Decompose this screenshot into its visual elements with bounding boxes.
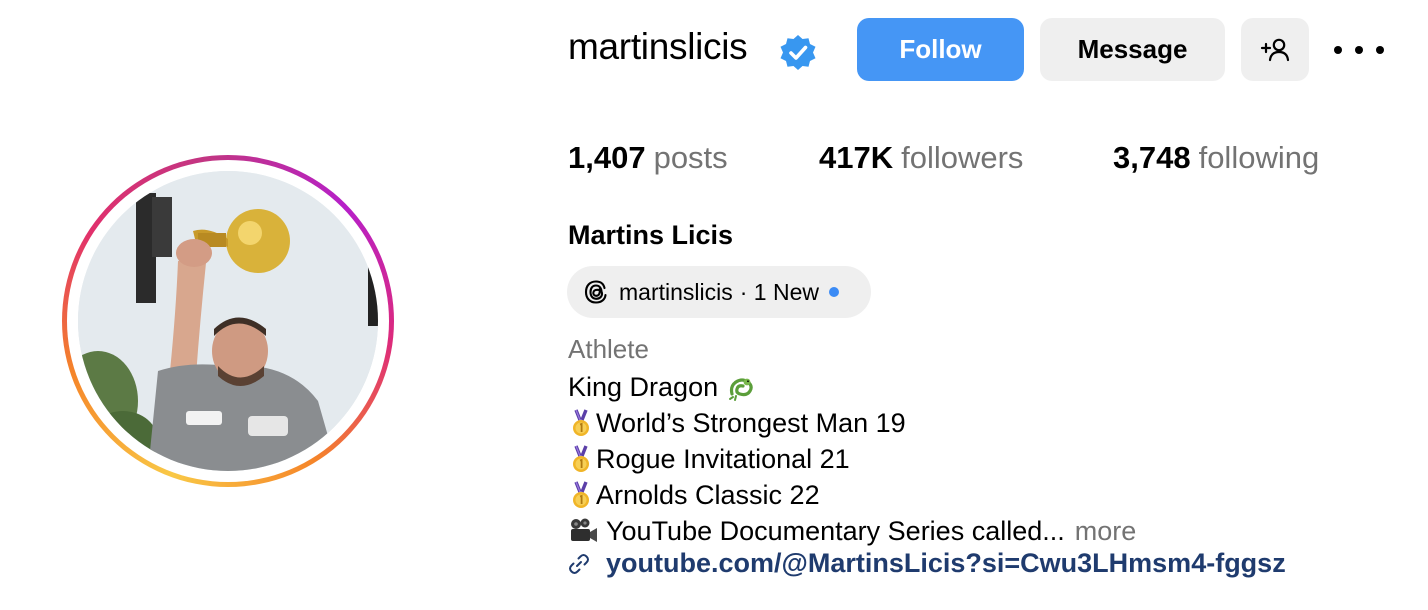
posts-count: 1,407 posts [568, 140, 728, 176]
avatar-story-ring[interactable] [62, 155, 394, 487]
followers-link[interactable]: 417K followers [819, 140, 1023, 176]
gold-medal-emoji-icon [568, 480, 594, 510]
following-number: 3,748 [1113, 140, 1191, 175]
bio-line: King Dragon [568, 369, 1136, 405]
bio-line-text: World’s Strongest Man 19 [596, 408, 906, 438]
verified-badge-icon [780, 35, 816, 70]
dot [1355, 46, 1363, 54]
posts-number: 1,407 [568, 140, 646, 175]
profile-full-name: Martins Licis [568, 220, 734, 250]
threads-new-badge: · 1 New [739, 278, 819, 305]
following-link[interactable]: 3,748 following [1113, 140, 1319, 176]
movie-camera-emoji-icon [568, 517, 598, 545]
dot [1376, 46, 1384, 54]
profile-bio: King Dragon World’s Strongest Man 19 Rog… [568, 369, 1136, 549]
gold-medal-emoji-icon [568, 408, 594, 438]
avatar-photo-image [78, 171, 378, 471]
bio-more-link[interactable]: more [1075, 513, 1137, 549]
bio-line-text: YouTube Documentary Series called... [606, 516, 1065, 546]
bio-line-text: Rogue Invitational 21 [596, 444, 850, 474]
followers-label: followers [901, 140, 1024, 175]
bio-line-text: Arnolds Classic 22 [596, 480, 820, 510]
more-options-icon[interactable] [1334, 34, 1384, 66]
following-label: following [1198, 140, 1320, 175]
avatar-gap [67, 160, 389, 482]
profile-username: martinslicis [568, 26, 748, 67]
new-indicator-dot [828, 287, 839, 297]
bio-line: YouTube Documentary Series called... mor… [568, 513, 1136, 549]
threads-badge-link[interactable]: martinslicis · 1 New [567, 266, 871, 318]
threads-handle: martinslicis [619, 278, 733, 305]
suggested-users-button[interactable] [1241, 18, 1309, 81]
gold-medal-emoji-icon [568, 444, 594, 474]
add-person-icon [1260, 38, 1290, 61]
external-link-text[interactable]: youtube.com/@MartinsLicis?si=Cwu3LHmsm4-… [606, 548, 1286, 579]
bio-line-text: King Dragon [568, 372, 719, 402]
dragon-emoji-icon [726, 372, 756, 402]
threads-icon [584, 280, 607, 304]
avatar[interactable] [78, 171, 378, 471]
bio-line: Arnolds Classic 22 [568, 477, 1136, 513]
external-link[interactable]: youtube.com/@MartinsLicis?si=Cwu3LHmsm4-… [566, 548, 1286, 579]
posts-label: posts [653, 140, 728, 175]
dot [1334, 46, 1342, 54]
link-icon [569, 553, 589, 574]
profile-category: Athlete [568, 334, 649, 364]
message-button[interactable]: Message [1040, 18, 1225, 81]
followers-number: 417K [819, 140, 894, 175]
bio-line: Rogue Invitational 21 [568, 441, 1136, 477]
bio-line: World’s Strongest Man 19 [568, 405, 1136, 441]
follow-button[interactable]: Follow [857, 18, 1024, 81]
